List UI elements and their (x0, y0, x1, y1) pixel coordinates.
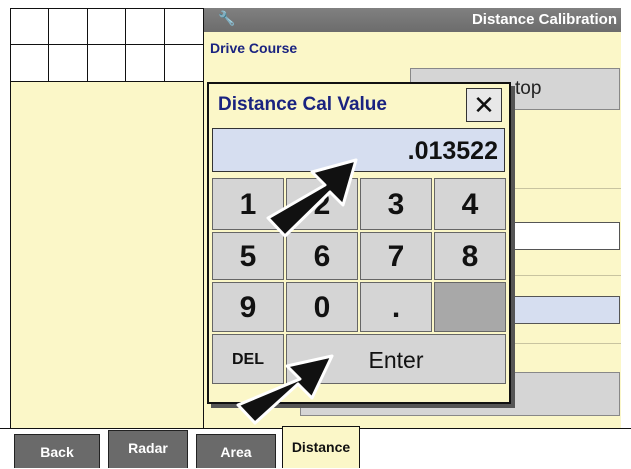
dialog-title: Distance Cal Value (218, 94, 387, 115)
wrench-icon: 🔧 (218, 10, 236, 26)
key-decimal[interactable]: . (360, 282, 432, 332)
grid-cell (49, 45, 88, 81)
left-grid (10, 8, 204, 82)
grid-cell (165, 45, 203, 81)
divider (500, 275, 621, 276)
divider (500, 188, 621, 189)
value-display[interactable]: .013522 (212, 128, 505, 172)
key-4[interactable]: 4 (434, 178, 506, 230)
left-panel (10, 82, 204, 428)
key-7[interactable]: 7 (360, 232, 432, 280)
grid-cell (11, 45, 50, 81)
tab-back[interactable]: Back (14, 434, 100, 468)
key-2[interactable]: 2 (286, 178, 358, 230)
section-label: Drive Course (210, 40, 298, 56)
tab-area[interactable]: Area (196, 434, 276, 468)
key-0[interactable]: 0 (286, 282, 358, 332)
grid-cell (126, 45, 165, 81)
key-5[interactable]: 5 (212, 232, 284, 280)
value-field[interactable] (500, 296, 620, 324)
window-title: Distance Calibration (471, 11, 617, 28)
title-bar: 🔧 Distance Calibration (204, 8, 621, 32)
key-1[interactable]: 1 (212, 178, 284, 230)
close-icon[interactable]: ✕ (466, 88, 502, 122)
grid-cell (126, 9, 165, 45)
enter-button[interactable]: Enter (286, 334, 506, 384)
grid-cell (164, 9, 203, 45)
text-field[interactable] (500, 222, 620, 250)
key-9[interactable]: 9 (212, 282, 284, 332)
delete-button[interactable]: DEL (212, 334, 284, 384)
key-8[interactable]: 8 (434, 232, 506, 280)
grid-cell (87, 9, 127, 45)
tab-radar[interactable]: Radar (108, 430, 188, 468)
grid-cell (49, 9, 88, 45)
grid-cell (88, 45, 127, 81)
key-3[interactable]: 3 (360, 178, 432, 230)
stop-button-label: top (515, 78, 542, 99)
divider (500, 343, 621, 344)
grid-cell (11, 9, 50, 45)
tab-distance[interactable]: Distance (282, 426, 360, 468)
key-blank (434, 282, 506, 332)
key-6[interactable]: 6 (286, 232, 358, 280)
